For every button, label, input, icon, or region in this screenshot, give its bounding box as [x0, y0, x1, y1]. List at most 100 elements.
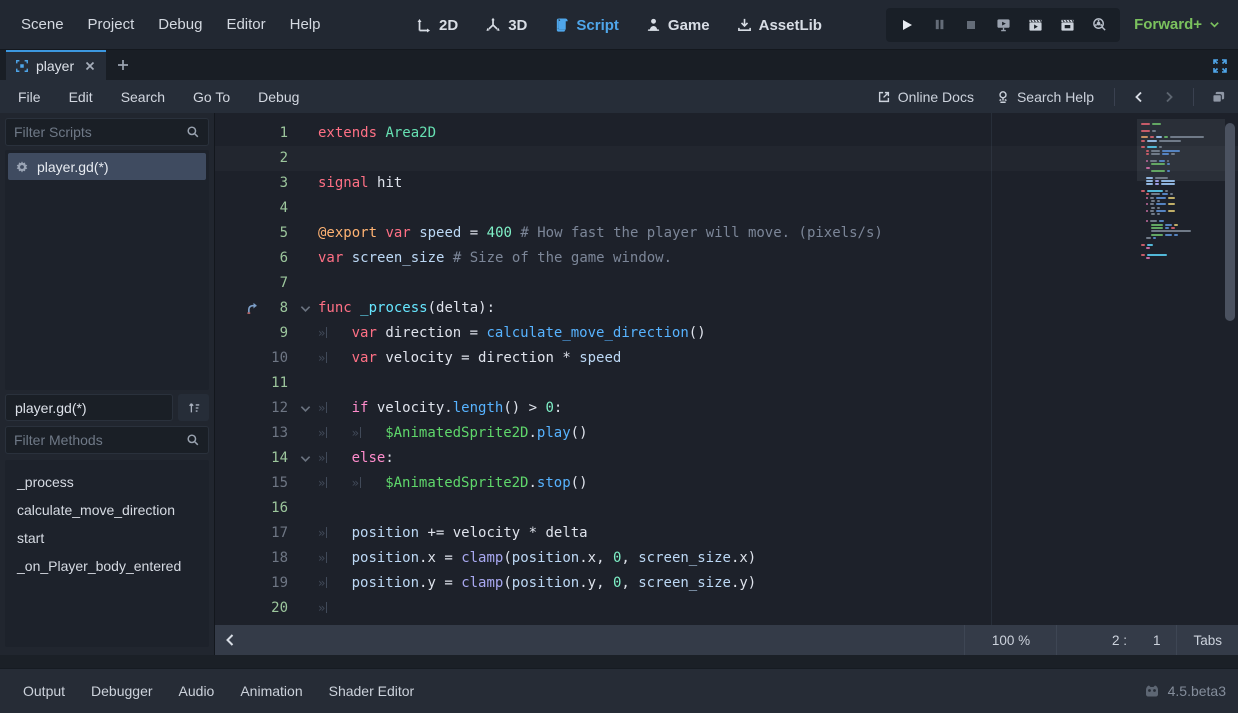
method-calculate-move-direction[interactable]: calculate_move_direction [5, 496, 209, 524]
code-gutter[interactable]: 18 [215, 546, 318, 571]
code-line-14[interactable]: 14»else: [215, 446, 1238, 471]
code-line-11[interactable]: 11 [215, 371, 1238, 396]
code-gutter[interactable]: 13 [215, 421, 318, 446]
script-menu-edit[interactable]: Edit [59, 83, 103, 111]
code-gutter[interactable]: 6 [215, 246, 318, 271]
code-line-7[interactable]: 7 [215, 271, 1238, 296]
bottom-tab-shader-editor[interactable]: Shader Editor [318, 676, 426, 706]
stop-button[interactable] [957, 11, 985, 39]
code-line-10[interactable]: 10»var velocity = direction * speed [215, 346, 1238, 371]
code-line-9[interactable]: 9»var direction = calculate_move_directi… [215, 321, 1238, 346]
panel-layout-icon[interactable] [1206, 85, 1230, 109]
code-gutter[interactable]: 8 [215, 296, 318, 321]
code-gutter[interactable]: 14 [215, 446, 318, 471]
context-game[interactable]: Game [646, 17, 710, 34]
fold-chevron-icon[interactable] [300, 305, 311, 313]
scrollbar-thumb[interactable] [1225, 123, 1235, 321]
zoom-level[interactable]: 100 % [964, 625, 1056, 655]
menu-scene[interactable]: Scene [10, 10, 75, 39]
code-text: »var velocity = direction * speed [318, 346, 621, 371]
code-line-3[interactable]: 3signal hit [215, 171, 1238, 196]
vertical-scrollbar[interactable] [1225, 117, 1235, 621]
code-gutter[interactable]: 15 [215, 471, 318, 496]
token-num: 400 [487, 225, 512, 241]
code-gutter[interactable]: 19 [215, 571, 318, 596]
distraction-free-icon[interactable] [1210, 56, 1230, 76]
new-tab-button[interactable] [106, 50, 140, 80]
movie-maker-button[interactable] [1085, 11, 1113, 39]
code-gutter[interactable]: 7 [215, 271, 318, 296]
script-menu-file[interactable]: File [8, 83, 51, 111]
code-line-16[interactable]: 16 [215, 496, 1238, 521]
code-area[interactable]: 1extends Area2D23signal hit45@export var… [215, 113, 1238, 625]
code-gutter[interactable]: 1 [215, 121, 318, 146]
menu-debug[interactable]: Debug [147, 10, 213, 39]
search-help-button[interactable]: Search Help [988, 84, 1102, 110]
bottom-tab-animation[interactable]: Animation [229, 676, 313, 706]
code-gutter[interactable]: 17 [215, 521, 318, 546]
method--on-player-body-entered[interactable]: _on_Player_body_entered [5, 552, 209, 580]
code-gutter[interactable]: 12 [215, 396, 318, 421]
context-2d[interactable]: 2D [416, 17, 458, 34]
method--process[interactable]: _process [5, 468, 209, 496]
code-gutter[interactable]: 20 [215, 596, 318, 621]
online-docs-button[interactable]: Online Docs [869, 84, 982, 110]
tab-player[interactable]: player [6, 50, 106, 80]
context-3d[interactable]: 3D [485, 17, 527, 34]
code-gutter[interactable]: 3 [215, 171, 318, 196]
indent-mode[interactable]: Tabs [1176, 625, 1238, 655]
code-gutter[interactable]: 4 [215, 196, 318, 221]
code-gutter[interactable]: 2 [215, 146, 318, 171]
history-back-button[interactable] [1127, 85, 1151, 109]
code-line-17[interactable]: 17»position += velocity * delta [215, 521, 1238, 546]
code-line-20[interactable]: 20» [215, 596, 1238, 621]
code-line-13[interactable]: 13»»$AnimatedSprite2D.play() [215, 421, 1238, 446]
code-line-6[interactable]: 6var screen_size # Size of the game wind… [215, 246, 1238, 271]
assetlib-icon [737, 17, 752, 33]
filter-scripts-input[interactable] [14, 124, 180, 140]
minimap-row [1141, 140, 1181, 142]
code-gutter[interactable]: 5 [215, 221, 318, 246]
code-line-5[interactable]: 5@export var speed = 400 # How fast the … [215, 221, 1238, 246]
method-start[interactable]: start [5, 524, 209, 552]
minimap[interactable] [1141, 117, 1221, 607]
code-line-15[interactable]: 15»»$AnimatedSprite2D.stop() [215, 471, 1238, 496]
history-forward-button[interactable] [1157, 85, 1181, 109]
play-button[interactable] [893, 11, 921, 39]
script-menu-debug[interactable]: Debug [248, 83, 309, 111]
menu-project[interactable]: Project [77, 10, 146, 39]
code-line-18[interactable]: 18»position.x = clamp(position.x, 0, scr… [215, 546, 1238, 571]
toggle-scripts-panel-button[interactable] [215, 633, 245, 647]
code-line-2[interactable]: 2 [215, 146, 1238, 171]
filter-methods-input[interactable] [14, 432, 180, 448]
remote-play-button[interactable] [989, 11, 1017, 39]
menu-help[interactable]: Help [279, 10, 332, 39]
play-scene-button[interactable] [1021, 11, 1049, 39]
close-icon[interactable] [84, 60, 96, 72]
bottom-tab-audio[interactable]: Audio [168, 676, 226, 706]
code-line-12[interactable]: 12»if velocity.length() > 0: [215, 396, 1238, 421]
code-line-19[interactable]: 19»position.y = clamp(position.y, 0, scr… [215, 571, 1238, 596]
context-assetlib[interactable]: AssetLib [737, 17, 822, 34]
play-custom-scene-button[interactable] [1053, 11, 1081, 39]
code-gutter[interactable]: 10 [215, 346, 318, 371]
code-editor[interactable]: 1extends Area2D23signal hit45@export var… [215, 113, 1238, 655]
bottom-tab-output[interactable]: Output [12, 676, 76, 706]
menu-editor[interactable]: Editor [215, 10, 276, 39]
code-gutter[interactable]: 9 [215, 321, 318, 346]
script-menu-search[interactable]: Search [111, 83, 175, 111]
fold-chevron-icon[interactable] [300, 405, 311, 413]
code-line-1[interactable]: 1extends Area2D [215, 121, 1238, 146]
bottom-tab-debugger[interactable]: Debugger [80, 676, 164, 706]
fold-chevron-icon[interactable] [300, 455, 311, 463]
sort-methods-button[interactable] [178, 394, 209, 421]
code-line-4[interactable]: 4 [215, 196, 1238, 221]
code-gutter[interactable]: 11 [215, 371, 318, 396]
script-item-player[interactable]: player.gd(*) [8, 153, 206, 180]
renderer-select[interactable]: Forward+ [1134, 16, 1220, 33]
script-menu-go-to[interactable]: Go To [183, 83, 240, 111]
context-script[interactable]: Script [554, 17, 619, 34]
code-gutter[interactable]: 16 [215, 496, 318, 521]
pause-button[interactable] [925, 11, 953, 39]
code-line-8[interactable]: 8func _process(delta): [215, 296, 1238, 321]
